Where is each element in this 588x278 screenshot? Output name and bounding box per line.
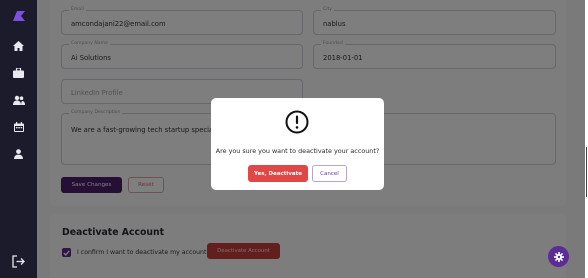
exclamation-circle-icon (285, 110, 309, 134)
settings-fab[interactable] (548, 246, 569, 267)
app-logo[interactable] (11, 9, 27, 23)
user-icon[interactable] (12, 147, 26, 161)
dialog-message: Are you sure you want to deactivate your… (215, 147, 380, 155)
home-icon[interactable] (12, 39, 26, 53)
calendar-icon[interactable] (12, 120, 26, 134)
scrollbar[interactable] (586, 147, 587, 197)
gear-icon (553, 251, 564, 262)
users-icon[interactable] (12, 93, 26, 107)
sidebar (0, 0, 37, 278)
sidebar-nav (12, 39, 26, 161)
logout-icon[interactable] (12, 255, 25, 268)
briefcase-icon[interactable] (12, 66, 26, 80)
deactivate-confirm-dialog: Are you sure you want to deactivate your… (211, 98, 384, 190)
cancel-button[interactable]: Cancel (312, 165, 347, 182)
confirm-deactivate-button[interactable]: Yes, Deactivate (248, 165, 308, 182)
